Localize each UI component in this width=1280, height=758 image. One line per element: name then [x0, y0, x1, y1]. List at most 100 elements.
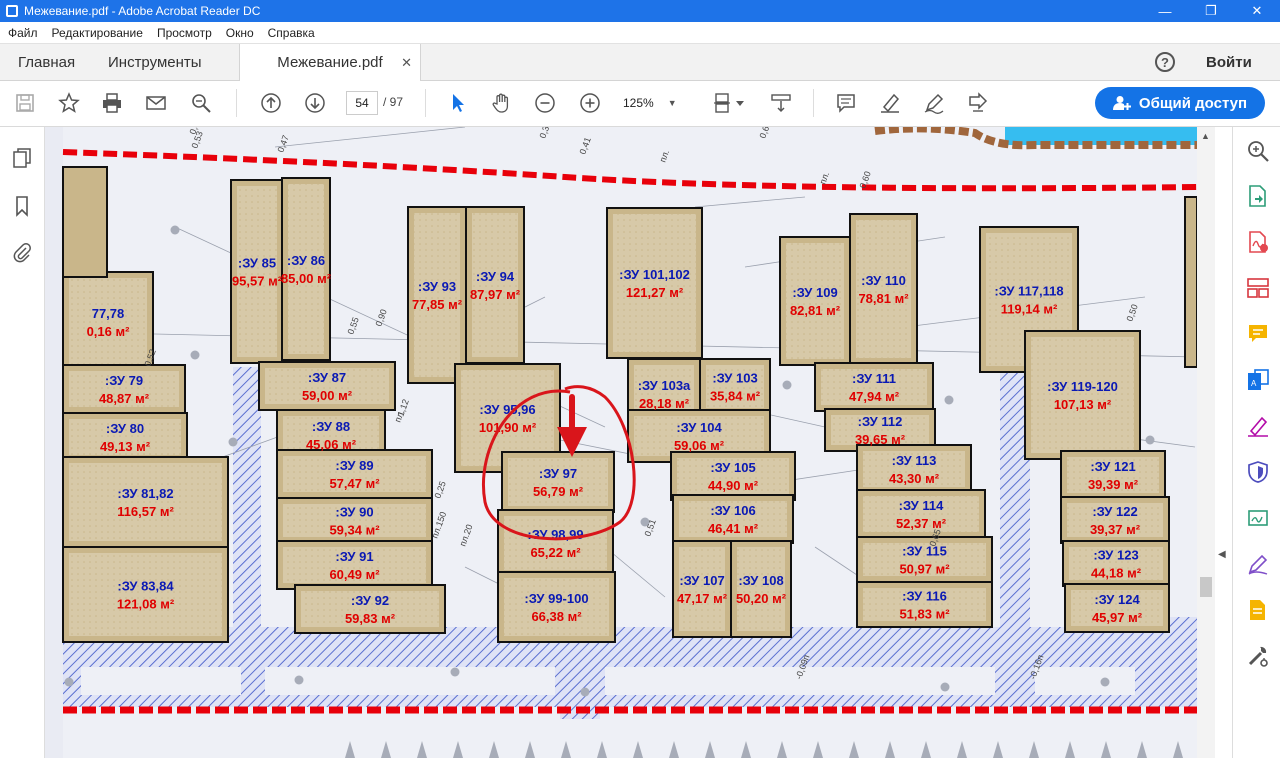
close-window-icon[interactable]: ✕	[1234, 0, 1280, 22]
fill-sign-icon[interactable]	[1246, 414, 1270, 438]
bookmark-icon[interactable]	[11, 195, 33, 217]
add-user-icon	[1112, 96, 1131, 110]
lot-label: :ЗУ 119-120	[1047, 379, 1118, 394]
draw-pen-icon[interactable]	[921, 90, 947, 116]
document-view[interactable]: 0,450,530,470,390,41пл.0,63пл.0,600,520,…	[45, 127, 1197, 758]
survey-point	[940, 682, 950, 692]
help-icon[interactable]: ?	[1155, 52, 1175, 72]
export-pdf-icon[interactable]	[1246, 184, 1270, 208]
restore-icon[interactable]: ❐	[1188, 0, 1234, 22]
lot-area: 46,41 м²	[708, 521, 759, 536]
select-cursor-icon[interactable]	[445, 90, 471, 116]
lot-label: :ЗУ 103а	[638, 378, 691, 393]
highlight-icon[interactable]	[877, 90, 903, 116]
login-button[interactable]: Войти	[1206, 44, 1252, 80]
menu-file[interactable]: Файл	[0, 26, 45, 40]
collapse-right-panel-icon[interactable]: ◀	[1218, 549, 1226, 560]
protect-shield-icon[interactable]	[1246, 460, 1270, 484]
prepare-form-icon[interactable]	[1246, 598, 1270, 622]
zoom-select[interactable]: 125% ▼	[623, 91, 689, 115]
lot-label: :ЗУ 80	[106, 421, 144, 436]
share-button[interactable]: Общий доступ	[1095, 87, 1265, 119]
tab-tools[interactable]: Инструменты	[108, 44, 202, 80]
lot-label: :ЗУ 88	[312, 419, 350, 434]
attachment-icon[interactable]	[11, 241, 33, 263]
survey-point	[580, 687, 590, 697]
certificate-pen-icon[interactable]	[1246, 552, 1270, 576]
lot-label: 77,78	[92, 306, 125, 321]
survey-point	[190, 350, 200, 360]
lot-label: :ЗУ 97	[539, 466, 577, 481]
next-page-icon[interactable]	[302, 90, 328, 116]
comment-icon[interactable]	[833, 90, 859, 116]
scrollbar-thumb[interactable]	[1200, 577, 1212, 597]
send-for-signature-icon[interactable]	[1246, 506, 1270, 530]
lot-parcel-texture	[69, 463, 222, 541]
tab-document[interactable]: Межевание.pdf ✕	[239, 44, 421, 81]
toolbar-separator	[425, 89, 426, 117]
tab-home[interactable]: Главная	[18, 44, 75, 80]
lot-label: :ЗУ 108	[738, 573, 783, 588]
comment-tool-icon[interactable]	[1246, 322, 1270, 346]
lot-area: 87,97 м²	[470, 287, 521, 302]
survey-point	[450, 667, 460, 677]
right-tools-panel: A	[1232, 127, 1280, 758]
lot-area: 82,81 м²	[790, 303, 841, 318]
close-tab-icon[interactable]: ✕	[401, 55, 412, 71]
menu-edit[interactable]: Редактирование	[45, 26, 150, 40]
more-tools-wrench-icon[interactable]	[1246, 644, 1270, 668]
minimize-icon[interactable]: —	[1142, 0, 1188, 22]
zoom-out-icon[interactable]	[532, 90, 558, 116]
lot-area: 116,57 м²	[117, 504, 174, 519]
toolbar-separator	[236, 89, 237, 117]
menu-window[interactable]: Окно	[219, 26, 261, 40]
survey-point	[944, 395, 954, 405]
lot-label: :ЗУ 85	[238, 256, 276, 271]
save-icon[interactable]	[12, 90, 38, 116]
page-thumbnails-icon[interactable]	[11, 147, 33, 169]
road-hatch-area	[233, 367, 261, 707]
lot-label: :ЗУ 81,82	[117, 486, 173, 501]
lot-area: 59,83 м²	[345, 611, 396, 626]
scroll-mode-icon[interactable]	[768, 90, 794, 116]
lot-label: :ЗУ 101,102	[619, 267, 690, 282]
lot-label: :ЗУ 83,84	[117, 579, 174, 594]
svg-text:A: A	[1251, 379, 1257, 388]
menu-view[interactable]: Просмотр	[150, 26, 219, 40]
lot-label: :ЗУ 111	[852, 371, 896, 386]
lot-area: 65,22 м²	[530, 545, 581, 560]
hand-tool-icon[interactable]	[489, 90, 515, 116]
scan-ocr-icon[interactable]: A	[1246, 368, 1270, 392]
road-inner-strip	[1035, 667, 1135, 695]
page-view-icon[interactable]	[712, 90, 748, 116]
lot-area: 39,37 м²	[1090, 522, 1141, 537]
lot-label: :ЗУ 116	[902, 589, 947, 604]
scroll-up-icon[interactable]: ▲	[1201, 131, 1210, 141]
survey-point	[294, 675, 304, 685]
lot-label: :ЗУ 104	[676, 420, 722, 435]
lot-area: 28,18 м²	[639, 396, 690, 411]
plan-footer-strip	[63, 719, 1197, 758]
lot-parcel-texture	[472, 213, 518, 357]
lot-parcel-texture	[504, 516, 607, 570]
vertical-scrollbar[interactable]: ▲	[1197, 127, 1215, 758]
menu-help[interactable]: Справка	[261, 26, 322, 40]
survey-point	[1100, 677, 1110, 687]
star-icon[interactable]	[56, 90, 82, 116]
survey-point	[228, 437, 238, 447]
search-zoom-icon[interactable]	[1246, 139, 1270, 163]
lot-area: 44,18 м²	[1091, 566, 1142, 581]
organize-pages-icon[interactable]	[1246, 276, 1270, 300]
lot-area: 56,79 м²	[533, 484, 584, 499]
survey-point	[170, 225, 180, 235]
previous-page-icon[interactable]	[258, 90, 284, 116]
find-icon[interactable]	[188, 90, 214, 116]
print-icon[interactable]	[99, 90, 125, 116]
email-icon[interactable]	[143, 90, 169, 116]
lot-area: 44,90 м²	[708, 478, 759, 493]
zoom-in-icon[interactable]	[577, 90, 603, 116]
sign-icon[interactable]	[965, 90, 991, 116]
page-number-input[interactable]: 54	[346, 91, 378, 115]
lot-label: :ЗУ 110	[861, 273, 906, 288]
create-pdf-icon[interactable]	[1246, 230, 1270, 254]
